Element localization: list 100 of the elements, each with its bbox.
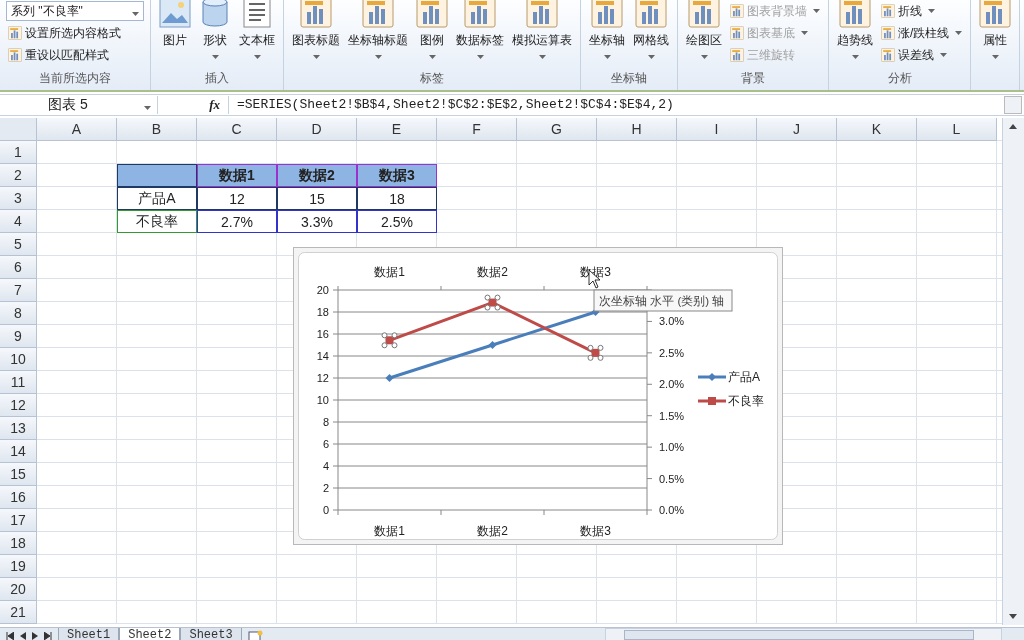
- column-header[interactable]: B: [117, 118, 197, 141]
- ribbon-button[interactable]: 误差线: [879, 45, 965, 65]
- text-box-icon: [241, 0, 273, 28]
- table-cell: 2.7%: [197, 210, 277, 233]
- bar-chart-icon: [881, 48, 895, 62]
- bar-chart-icon: [300, 0, 332, 28]
- dropdown-field[interactable]: 系列 "不良率": [6, 1, 144, 21]
- group-label: 背景: [741, 71, 765, 85]
- last-sheet-icon[interactable]: [44, 631, 52, 640]
- image-icon: [159, 0, 191, 28]
- group-label: 坐标轴: [611, 71, 647, 85]
- axis-tick-label: 14: [316, 350, 329, 362]
- ribbon-button[interactable]: 绘图区: [684, 0, 724, 68]
- column-header[interactable]: E: [357, 118, 437, 141]
- ribbon-button[interactable]: 重设以匹配样式: [6, 45, 144, 65]
- ribbon-button[interactable]: 趋势线: [835, 0, 875, 68]
- row-header[interactable]: 9: [0, 325, 37, 348]
- row-header[interactable]: 2: [0, 164, 37, 187]
- sheet-tab[interactable]: Sheet1: [58, 628, 120, 640]
- ribbon-button[interactable]: 数据标签: [454, 0, 506, 68]
- column-header[interactable]: I: [677, 118, 757, 141]
- first-sheet-icon[interactable]: [6, 631, 14, 640]
- legend-item: 产品A: [698, 370, 760, 384]
- previous-sheet-icon[interactable]: [20, 631, 26, 640]
- row-header[interactable]: 11: [0, 371, 37, 394]
- bar-chart-icon: [730, 4, 744, 18]
- ribbon-button[interactable]: 图例: [414, 0, 450, 68]
- axis-tick-label: 2.0%: [659, 378, 685, 391]
- table-header-cell: 数据1: [197, 164, 277, 187]
- row-header[interactable]: 21: [0, 601, 37, 624]
- row-header[interactable]: 6: [0, 256, 37, 279]
- row-header[interactable]: 3: [0, 187, 37, 210]
- row-header[interactable]: 10: [0, 348, 37, 371]
- ribbon-button[interactable]: 折线: [879, 1, 965, 21]
- column-header[interactable]: H: [597, 118, 677, 141]
- selection-handles[interactable]: [587, 344, 604, 361]
- bar-chart-icon: [8, 48, 22, 62]
- ribbon-button[interactable]: 文本框: [237, 0, 277, 68]
- column-header[interactable]: C: [197, 118, 277, 141]
- axis-tick-label: 3.0%: [659, 315, 685, 328]
- row-header[interactable]: 17: [0, 509, 37, 532]
- axis-tick-label: 2.5%: [659, 346, 685, 359]
- group-label: 插入: [205, 71, 229, 85]
- row-header[interactable]: 4: [0, 210, 37, 233]
- bar-chart-icon: [881, 4, 895, 18]
- ribbon-button[interactable]: 模拟运算表: [510, 0, 574, 68]
- row-header[interactable]: 14: [0, 440, 37, 463]
- row-header[interactable]: 5: [0, 233, 37, 256]
- row-header[interactable]: 20: [0, 578, 37, 601]
- data-line[interactable]: [385, 308, 600, 382]
- vertical-scrollbar[interactable]: [1002, 118, 1024, 625]
- table-cell: 不良率: [117, 210, 197, 233]
- bar-chart-icon: [635, 0, 667, 28]
- up-arrow-icon[interactable]: [1008, 124, 1017, 129]
- column-header[interactable]: D: [277, 118, 357, 141]
- ribbon-button[interactable]: 网格线: [631, 0, 671, 68]
- bar-chart-icon: [730, 48, 744, 62]
- ribbon-button[interactable]: 坐标轴: [587, 0, 627, 68]
- ribbon-button[interactable]: 图表标题: [290, 0, 342, 68]
- selection-handles[interactable]: [381, 332, 398, 349]
- new-sheet-icon[interactable]: [247, 629, 264, 640]
- legend-label: 不良率: [728, 394, 764, 408]
- table-cell: 12: [197, 187, 277, 210]
- axis-category-label: 数据3: [580, 524, 611, 538]
- down-arrow-icon[interactable]: [1008, 614, 1017, 619]
- table-cell: 3.3%: [277, 210, 357, 233]
- sheet-tab[interactable]: Sheet2: [119, 628, 181, 640]
- column-header[interactable]: K: [837, 118, 917, 141]
- row-header[interactable]: 15: [0, 463, 37, 486]
- row-header[interactable]: 1: [0, 141, 37, 164]
- ribbon-button[interactable]: 涨/跌柱线: [879, 23, 965, 43]
- function-button[interactable]: fx: [209, 97, 220, 112]
- column-header[interactable]: L: [917, 118, 997, 141]
- axis-tick-label: 0.5%: [659, 472, 685, 485]
- ribbon-button[interactable]: 形状: [197, 0, 233, 68]
- sheet-tab[interactable]: Sheet3: [180, 628, 242, 640]
- row-header[interactable]: 13: [0, 417, 37, 440]
- row-header[interactable]: 18: [0, 532, 37, 555]
- data-line[interactable]: [385, 298, 600, 357]
- horizontal-scrollbar[interactable]: [605, 628, 1002, 640]
- row-header[interactable]: 7: [0, 279, 37, 302]
- ribbon-button[interactable]: 设置所选内容格式: [6, 23, 144, 43]
- ribbon-button[interactable]: 坐标轴标题: [346, 0, 410, 68]
- table-header-cell: 数据3: [357, 164, 437, 187]
- ribbon-button[interactable]: 图片: [157, 0, 193, 68]
- selection-handles[interactable]: [484, 294, 501, 311]
- bar-chart-icon: [979, 0, 1012, 28]
- bar-chart-icon: [688, 0, 720, 28]
- row-header[interactable]: 12: [0, 394, 37, 417]
- ribbon-button[interactable]: 属性: [977, 0, 1014, 68]
- column-header[interactable]: A: [37, 118, 117, 141]
- column-header[interactable]: G: [517, 118, 597, 141]
- axis-category-label: 数据1: [374, 265, 405, 279]
- column-header[interactable]: F: [437, 118, 517, 141]
- row-header[interactable]: 19: [0, 555, 37, 578]
- column-header[interactable]: J: [757, 118, 837, 141]
- table-cell: 15: [277, 187, 357, 210]
- next-sheet-icon[interactable]: [32, 631, 38, 640]
- row-header[interactable]: 16: [0, 486, 37, 509]
- row-header[interactable]: 8: [0, 302, 37, 325]
